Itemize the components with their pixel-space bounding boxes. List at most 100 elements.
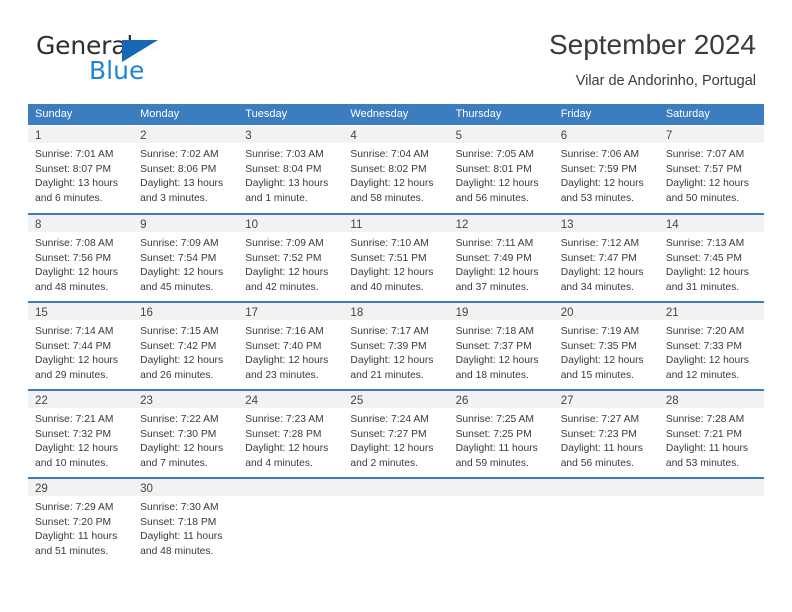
calendar-day-cell[interactable]: 14 Sunrise: 7:13 AM Sunset: 7:45 PM Dayligh… [658,215,764,301]
calendar-day-cell[interactable]: 30 Sunrise: 7:30 AM Sunset: 7:18 PM Dayligh… [133,479,239,569]
day-number-band: 17 [238,303,344,320]
day-detail-line: Sunset: 7:59 PM [560,163,637,175]
weekday-header-thursday: Thursday [455,108,502,120]
day-detail-line: Sunrise: 7:09 AM [140,238,219,249]
calendar-week-row: 29 Sunrise: 7:29 AM Sunset: 7:20 PM Dayligh… [28,477,764,569]
day-number: 3 [245,130,252,142]
day-number-band: 26 [448,391,554,408]
day-number-band: 21 [658,303,764,320]
day-detail-line: Daylight: 12 hours [140,355,224,367]
calendar-day-cell[interactable]: 21 Sunrise: 7:20 AM Sunset: 7:33 PM Dayligh… [658,303,764,389]
day-detail-line: Sunrise: 7:02 AM [140,149,219,160]
day-detail-line: Sunrise: 7:22 AM [140,414,219,425]
day-detail-line: Daylight: 12 hours [455,355,539,367]
calendar-day-cell[interactable]: 15 Sunrise: 7:14 AM Sunset: 7:44 PM Dayligh… [28,303,134,389]
day-number-band: 16 [133,303,239,320]
day-detail-line: and 2 minutes. [350,457,418,469]
day-detail-line: Sunrise: 7:30 AM [140,502,219,513]
weekday-header-friday: Friday [560,108,592,120]
calendar-day-cell[interactable]: 12 Sunrise: 7:11 AM Sunset: 7:49 PM Dayligh… [448,215,554,301]
calendar-day-cell[interactable]: 23 Sunrise: 7:22 AM Sunset: 7:30 PM Dayligh… [133,391,239,477]
day-detail-line: Sunset: 7:27 PM [350,428,427,440]
calendar-day-cell[interactable]: 5 Sunrise: 7:05 AM Sunset: 8:01 PM Daylight… [448,126,554,213]
day-detail-line: Sunset: 7:33 PM [665,340,742,352]
calendar-day-cell[interactable]: 10 Sunrise: 7:09 AM Sunset: 7:52 PM Dayligh… [238,215,344,301]
day-number: 16 [140,307,153,319]
day-number-band: 14 [658,215,764,232]
calendar-day-cell[interactable]: 22 Sunrise: 7:21 AM Sunset: 7:32 PM Dayligh… [28,391,134,477]
calendar-day-cell[interactable]: 24 Sunrise: 7:23 AM Sunset: 7:28 PM Dayligh… [238,391,344,477]
day-detail-line: Daylight: 12 hours [245,267,329,279]
day-number-band [238,479,344,496]
calendar-day-cell[interactable]: 29 Sunrise: 7:29 AM Sunset: 7:20 PM Dayligh… [28,479,134,569]
calendar-day-cell[interactable]: 2 Sunrise: 7:02 AM Sunset: 8:06 PM Daylight… [133,126,239,213]
calendar-day-cell[interactable]: 7 Sunrise: 7:07 AM Sunset: 7:57 PM Daylight… [658,126,764,213]
calendar-day-cell[interactable]: 16 Sunrise: 7:15 AM Sunset: 7:42 PM Dayligh… [133,303,239,389]
calendar-day-cell[interactable]: 1 Sunrise: 7:01 AM Sunset: 8:07 PM Daylight… [28,126,134,213]
calendar-day-cell[interactable]: 9 Sunrise: 7:09 AM Sunset: 7:54 PM Daylight… [133,215,239,301]
day-number-band: 11 [343,215,449,232]
calendar-day-cell[interactable]: 26 Sunrise: 7:25 AM Sunset: 7:25 PM Dayligh… [448,391,554,477]
day-details: Sunrise: 7:22 AM Sunset: 7:30 PM Daylight:… [133,408,238,471]
day-details: Sunrise: 7:09 AM Sunset: 7:54 PM Daylight:… [133,232,238,295]
calendar-day-cell[interactable]: 6 Sunrise: 7:06 AM Sunset: 7:59 PM Daylight… [553,126,659,213]
day-detail-line: Daylight: 12 hours [35,267,118,279]
day-detail-line: Daylight: 13 hours [245,178,329,190]
day-number-band: 23 [133,391,239,408]
calendar-day-cell[interactable]: 27 Sunrise: 7:27 AM Sunset: 7:23 PM Dayligh… [553,391,659,477]
calendar-day-cell[interactable]: 17 Sunrise: 7:16 AM Sunset: 7:40 PM Dayligh… [238,303,344,389]
calendar-day-cell[interactable]: 3 Sunrise: 7:03 AM Sunset: 8:04 PM Daylight… [238,126,344,213]
day-details: Sunrise: 7:13 AM Sunset: 7:45 PM Daylight:… [659,232,764,295]
day-detail-line: and 42 minutes. [245,281,319,293]
day-detail-line: Sunset: 8:02 PM [350,163,427,175]
day-detail-line: Sunrise: 7:09 AM [245,238,324,249]
day-detail-line: Daylight: 12 hours [350,355,434,367]
day-detail-line: and 31 minutes. [665,281,740,293]
day-detail-line: Sunset: 8:04 PM [245,163,322,175]
day-detail-line: and 51 minutes. [35,545,109,557]
day-detail-line: and 48 minutes. [140,545,214,557]
day-detail-line: Sunset: 8:01 PM [455,163,532,175]
day-details: Sunrise: 7:20 AM Sunset: 7:33 PM Daylight:… [659,320,764,383]
day-number: 18 [350,307,364,319]
weekday-header-row: Sunday Monday Tuesday Wednesday Thursday Frid… [28,104,764,125]
day-number-band [658,479,764,496]
day-detail-line: and 45 minutes. [140,281,214,293]
day-detail-line: Sunrise: 7:29 AM [35,502,114,513]
calendar-day-cell-empty [658,479,764,569]
calendar-day-cell[interactable]: 28 Sunrise: 7:28 AM Sunset: 7:21 PM Dayligh… [658,391,764,477]
day-detail-line: Sunrise: 7:17 AM [350,326,429,337]
day-detail-line: Daylight: 12 hours [140,267,224,279]
calendar-day-cell[interactable]: 19 Sunrise: 7:18 AM Sunset: 7:37 PM Dayligh… [448,303,554,389]
day-detail-line: Sunrise: 7:01 AM [35,149,114,160]
calendar-day-cell[interactable]: 11 Sunrise: 7:10 AM Sunset: 7:51 PM Dayligh… [343,215,449,301]
calendar-day-cell[interactable]: 18 Sunrise: 7:17 AM Sunset: 7:39 PM Dayligh… [343,303,449,389]
day-number: 21 [665,307,679,319]
day-detail-line: Daylight: 11 hours [35,531,118,543]
day-detail-line: Daylight: 12 hours [245,443,329,455]
day-detail-line: Daylight: 12 hours [35,355,118,367]
calendar-day-cell[interactable]: 8 Sunrise: 7:08 AM Sunset: 7:56 PM Daylight… [28,215,134,301]
day-detail-line: Sunset: 7:28 PM [245,428,322,440]
calendar-day-cell[interactable]: 4 Sunrise: 7:04 AM Sunset: 8:02 PM Daylight… [343,126,449,213]
weekday-header-wednesday: Wednesday [350,108,409,120]
day-details: Sunrise: 7:07 AM Sunset: 7:57 PM Daylight:… [659,143,764,206]
day-detail-line: Sunrise: 7:03 AM [245,149,324,160]
day-detail-line: Sunset: 7:37 PM [455,340,532,352]
calendar-day-cell[interactable]: 25 Sunrise: 7:24 AM Sunset: 7:27 PM Dayligh… [343,391,449,477]
calendar-week-row: 22 Sunrise: 7:21 AM Sunset: 7:32 PM Dayligh… [28,389,764,477]
day-details [343,496,448,501]
day-detail-line: Daylight: 12 hours [455,267,539,279]
day-number-band: 4 [343,126,449,143]
day-detail-line: Sunrise: 7:13 AM [665,238,745,249]
day-detail-line: Sunrise: 7:06 AM [560,149,640,160]
calendar-day-cell-empty [448,479,554,569]
calendar-page: General Blue September 2024 Vilar de And… [0,0,792,612]
day-details: Sunrise: 7:25 AM Sunset: 7:25 PM Daylight:… [449,408,554,471]
calendar-day-cell[interactable]: 20 Sunrise: 7:19 AM Sunset: 7:35 PM Dayligh… [553,303,659,389]
day-details: Sunrise: 7:18 AM Sunset: 7:37 PM Daylight:… [449,320,554,383]
general-blue-logo[interactable]: General Blue [36,32,256,88]
day-detail-line: and 34 minutes. [560,281,634,293]
calendar-day-cell[interactable]: 13 Sunrise: 7:12 AM Sunset: 7:47 PM Dayligh… [553,215,659,301]
day-detail-line: and 23 minutes. [245,369,319,381]
